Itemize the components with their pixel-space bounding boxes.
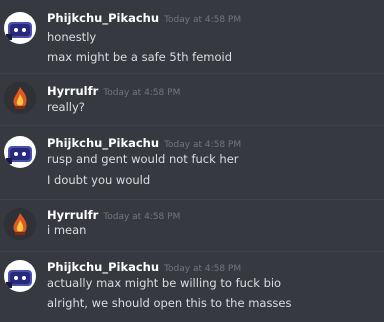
flame-avatar-icon[interactable] (4, 82, 36, 114)
message-text: really? (47, 100, 85, 114)
timestamp[interactable]: Today at 4:58 PM (164, 140, 241, 150)
username[interactable]: Phijkchu_Pikachu (47, 260, 159, 274)
message-group: Phijkchu_Pikachu Today at 4:58 PM honestl… (0, 0, 384, 70)
timestamp[interactable]: Today at 4:58 PM (164, 264, 241, 274)
timestamp[interactable]: Today at 4:58 PM (164, 15, 241, 25)
username[interactable]: Hyrrulfr (47, 208, 98, 222)
message-text: alright, we should open this to the mass… (47, 296, 292, 310)
message-header: Hyrrulfr Today at 4:58 PM (47, 84, 180, 100)
message-header: Phijkchu_Pikachu Today at 4:58 PM (47, 11, 241, 27)
message-text: actually max might be willing to fuck bi… (47, 276, 282, 290)
pikachu-avatar-icon[interactable] (4, 260, 36, 292)
flame-avatar-icon[interactable] (4, 208, 36, 240)
message-text: max might be a safe 5th femoid (47, 50, 233, 64)
message-text: rusp and gent would not fuck her (47, 152, 239, 166)
username[interactable]: Phijkchu_Pikachu (47, 11, 159, 25)
message-text: I doubt you would (47, 173, 151, 187)
message-group: Hyrrulfr Today at 4:58 PM i mean (0, 200, 384, 250)
pikachu-avatar-icon[interactable] (4, 12, 36, 44)
message-header: Hyrrulfr Today at 4:58 PM (47, 208, 180, 224)
message-group: Phijkchu_Pikachu Today at 4:58 PM actuall… (0, 252, 384, 322)
timestamp[interactable]: Today at 4:58 PM (103, 212, 180, 222)
username[interactable]: Phijkchu_Pikachu (47, 136, 159, 150)
message-text: honestly (47, 30, 97, 44)
message-header: Phijkchu_Pikachu Today at 4:58 PM (47, 136, 241, 152)
message-text: i mean (47, 223, 87, 237)
message-header: Phijkchu_Pikachu Today at 4:58 PM (47, 260, 241, 276)
pikachu-avatar-icon[interactable] (4, 136, 36, 168)
timestamp[interactable]: Today at 4:58 PM (103, 88, 180, 98)
message-group: Phijkchu_Pikachu Today at 4:58 PM rusp an… (0, 126, 384, 196)
username[interactable]: Hyrrulfr (47, 84, 98, 98)
message-group: Hyrrulfr Today at 4:58 PM really? (0, 74, 384, 124)
